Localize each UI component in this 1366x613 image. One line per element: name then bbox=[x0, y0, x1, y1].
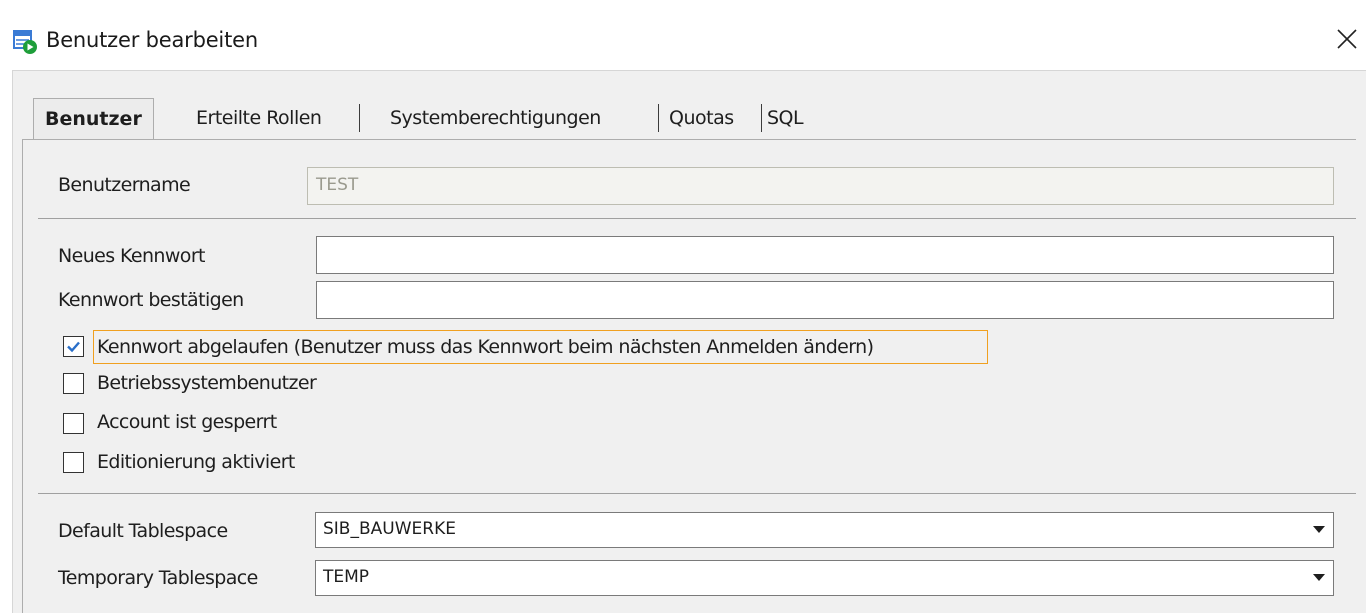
editioning-checkbox[interactable] bbox=[63, 452, 84, 473]
tab-separator bbox=[359, 104, 360, 132]
close-icon[interactable] bbox=[1332, 24, 1362, 54]
password-expired-label[interactable]: Kennwort abgelaufen (Benutzer muss das K… bbox=[97, 336, 874, 358]
tab-sql[interactable]: SQL bbox=[767, 98, 804, 140]
title-bar: Benutzer bearbeiten bbox=[0, 0, 1366, 70]
section-divider bbox=[38, 218, 1356, 219]
default-tablespace-label: Default Tablespace bbox=[58, 520, 228, 542]
tab-strip: Benutzer Erteilte Rollen Systemberechtig… bbox=[22, 98, 1342, 140]
temporary-tablespace-label: Temporary Tablespace bbox=[58, 567, 258, 589]
password-expired-checkbox[interactable] bbox=[63, 336, 84, 357]
username-field: TEST bbox=[307, 167, 1334, 205]
temporary-tablespace-value: TEMP bbox=[323, 567, 370, 587]
username-label: Benutzername bbox=[58, 174, 191, 196]
window-title: Benutzer bearbeiten bbox=[46, 28, 258, 52]
chevron-down-icon bbox=[1313, 574, 1325, 581]
checkmark-icon bbox=[67, 341, 80, 353]
account-locked-checkbox[interactable] bbox=[63, 413, 84, 434]
tab-benutzer[interactable]: Benutzer bbox=[33, 98, 154, 140]
confirm-password-label: Kennwort bestätigen bbox=[58, 289, 244, 311]
default-tablespace-select[interactable]: SIB_BAUWERKE bbox=[315, 512, 1334, 548]
default-tablespace-value: SIB_BAUWERKE bbox=[323, 519, 456, 539]
section-divider bbox=[38, 493, 1356, 494]
confirm-password-field[interactable] bbox=[316, 281, 1334, 319]
tab-quotas[interactable]: Quotas bbox=[669, 98, 734, 140]
new-password-field[interactable] bbox=[316, 236, 1334, 274]
tab-separator bbox=[658, 104, 659, 132]
account-locked-label[interactable]: Account ist gesperrt bbox=[97, 411, 277, 433]
tab-erteilte-rollen[interactable]: Erteilte Rollen bbox=[196, 98, 322, 140]
new-password-label: Neues Kennwort bbox=[58, 245, 205, 267]
user-edit-icon bbox=[13, 30, 37, 54]
chevron-down-icon bbox=[1313, 526, 1325, 533]
tab-systemberechtigungen[interactable]: Systemberechtigungen bbox=[390, 98, 601, 140]
os-user-label[interactable]: Betriebssystembenutzer bbox=[97, 372, 317, 394]
os-user-checkbox[interactable] bbox=[63, 373, 84, 394]
editioning-label[interactable]: Editionierung aktiviert bbox=[97, 451, 295, 473]
temporary-tablespace-select[interactable]: TEMP bbox=[315, 560, 1334, 596]
tab-separator bbox=[761, 104, 762, 132]
